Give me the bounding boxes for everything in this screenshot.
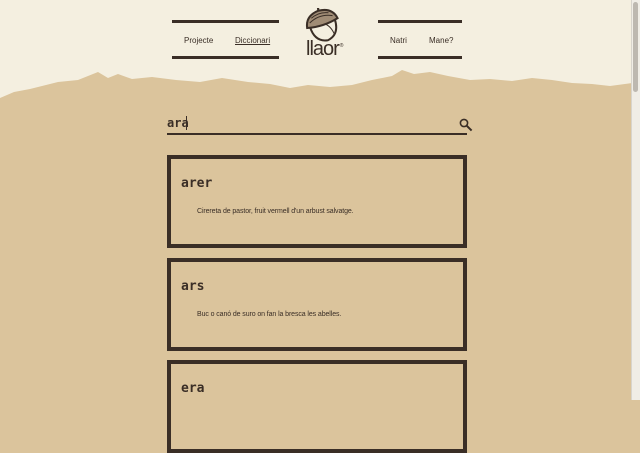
acorn-icon	[305, 5, 339, 42]
nav-link-natri[interactable]: Natri	[390, 36, 407, 45]
result-word: era	[181, 381, 205, 396]
result-definition: Buc o canó de suro on fan la bresca les …	[197, 311, 342, 318]
result-card[interactable]: arer Cirereta de pastor, fruit vermell d…	[167, 155, 467, 248]
nav-link-projecte[interactable]: Projecte	[184, 36, 213, 45]
search-icon[interactable]	[459, 118, 473, 132]
nav-link-mane[interactable]: Mane?	[429, 36, 453, 45]
result-word: ars	[181, 279, 205, 294]
search-bar	[167, 114, 473, 135]
logo-wordmark[interactable]: llaor®	[306, 38, 343, 61]
nav-right: Natri Mane?	[378, 20, 462, 59]
text-caret	[186, 116, 187, 130]
logo-name: llaor	[306, 38, 340, 60]
result-card[interactable]: ars Buc o canó de suro on fan la bresca …	[167, 258, 467, 351]
mountain-silhouette	[0, 70, 640, 112]
result-definition: Cirereta de pastor, fruit vermell d'un a…	[197, 208, 354, 215]
result-card[interactable]: era	[167, 360, 467, 453]
search-input[interactable]	[167, 115, 447, 131]
result-word: arer	[181, 176, 213, 191]
nav-left: Projecte Diccionari	[172, 20, 279, 59]
scrollbar-thumb[interactable]	[633, 2, 638, 92]
registered-mark: ®	[339, 43, 344, 50]
nav-link-diccionari[interactable]: Diccionari	[235, 36, 270, 45]
